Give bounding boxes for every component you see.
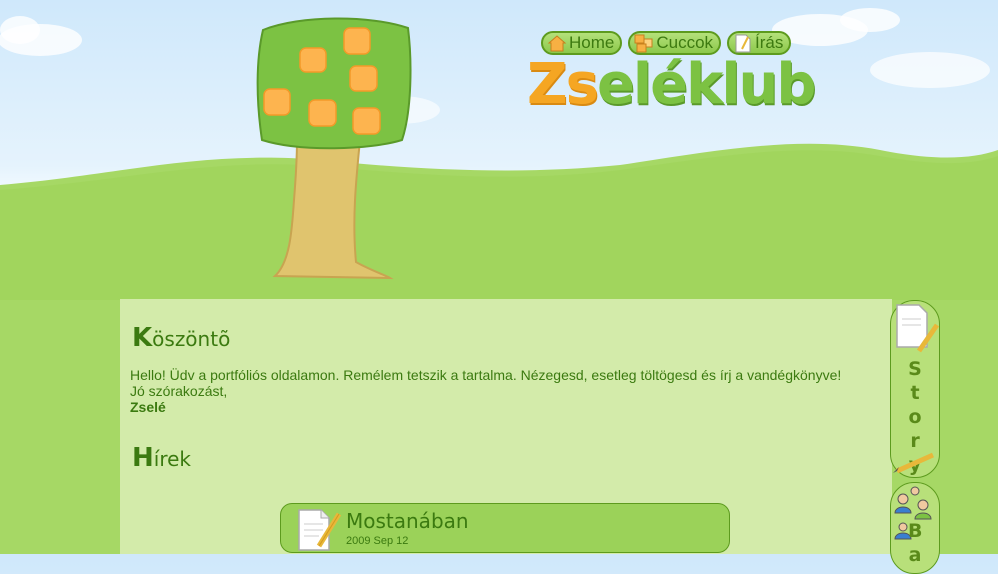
news-item[interactable]: Mostanában 2009 Sep 12	[280, 503, 730, 553]
story-letter: t	[910, 382, 920, 404]
home-icon	[547, 35, 567, 52]
nav-iras-label: Írás	[755, 33, 784, 52]
news-item-date: 2009 Sep 12	[346, 535, 409, 547]
boxes-icon	[634, 34, 653, 53]
welcome-heading: Köszöntõ	[132, 323, 230, 353]
logo-part-rest: eléklub	[596, 52, 817, 117]
nav-home-label: Home	[569, 33, 615, 52]
nav-cuccok-label: Cuccok	[656, 33, 714, 52]
side-tab-second-label: B a	[908, 519, 922, 567]
news-heading: Hírek	[132, 443, 191, 473]
pencil-icon	[893, 452, 935, 474]
second-tab-letter: a	[908, 544, 922, 566]
paper-icon	[735, 34, 751, 53]
welcome-line-1: Hello! Üdv a portfóliós oldalamon. Remél…	[130, 367, 842, 383]
welcome-line-2: Jó szórakozást,	[130, 383, 228, 399]
site-logo[interactable]: Zseléklub	[527, 52, 817, 117]
news-heading-rest: írek	[153, 447, 191, 471]
side-tab-story[interactable]: S t o r y	[890, 300, 940, 478]
logo-part-zs: Zs	[527, 52, 599, 117]
main-content-panel: Köszöntõ Hello! Üdv a portfóliós oldalam…	[120, 299, 892, 554]
story-letter: r	[910, 430, 920, 452]
story-letter: S	[908, 358, 922, 380]
news-item-title[interactable]: Mostanában	[346, 509, 469, 533]
welcome-signature: Zselé	[130, 399, 166, 415]
news-heading-cap: H	[132, 443, 154, 473]
side-tab-second[interactable]: B a	[890, 482, 940, 574]
welcome-text: Hello! Üdv a portfóliós oldalamon. Remél…	[130, 367, 841, 415]
welcome-heading-rest: öszöntõ	[152, 327, 231, 351]
paper-pencil-icon	[298, 509, 342, 551]
paper-pencil-icon	[896, 304, 940, 353]
welcome-heading-cap: K	[132, 323, 153, 353]
story-letter: o	[908, 406, 922, 428]
second-tab-letter: B	[908, 520, 923, 542]
